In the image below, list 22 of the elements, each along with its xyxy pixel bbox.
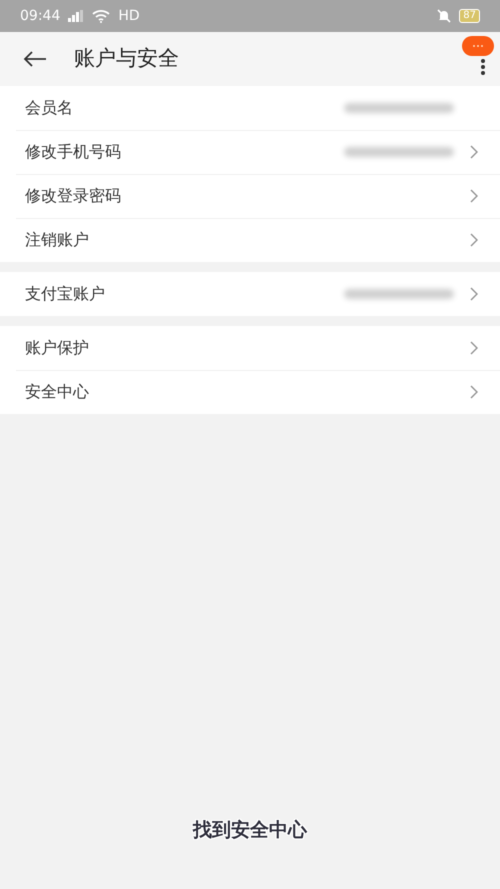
chevron-icon bbox=[470, 189, 478, 203]
wifi-icon bbox=[92, 9, 110, 23]
back-button[interactable] bbox=[22, 50, 48, 68]
muted-bell-icon bbox=[437, 9, 452, 23]
chevron-icon bbox=[470, 287, 478, 301]
settings-row[interactable]: 账户保护 bbox=[0, 326, 500, 370]
settings-row[interactable]: 注销账户 bbox=[0, 218, 500, 262]
battery-level: 87 bbox=[459, 9, 480, 23]
settings-row[interactable]: 修改登录密码 bbox=[0, 174, 500, 218]
settings-row[interactable]: 支付宝账户 bbox=[0, 272, 500, 316]
network-label: HD bbox=[118, 6, 140, 26]
chevron-icon bbox=[470, 145, 478, 159]
video-caption: 找到安全中心 bbox=[192, 818, 308, 843]
settings-row[interactable]: 会员名 bbox=[0, 86, 500, 130]
clock: 09:44 bbox=[20, 6, 60, 26]
settings-row[interactable]: 修改手机号码 bbox=[0, 130, 500, 174]
page-title: 账户与安全 bbox=[74, 45, 179, 72]
chevron-icon bbox=[470, 341, 478, 355]
chevron-icon bbox=[470, 385, 478, 399]
chevron-icon bbox=[470, 233, 478, 247]
settings-row[interactable]: 安全中心 bbox=[0, 370, 500, 414]
more-menu-button[interactable] bbox=[480, 58, 486, 76]
